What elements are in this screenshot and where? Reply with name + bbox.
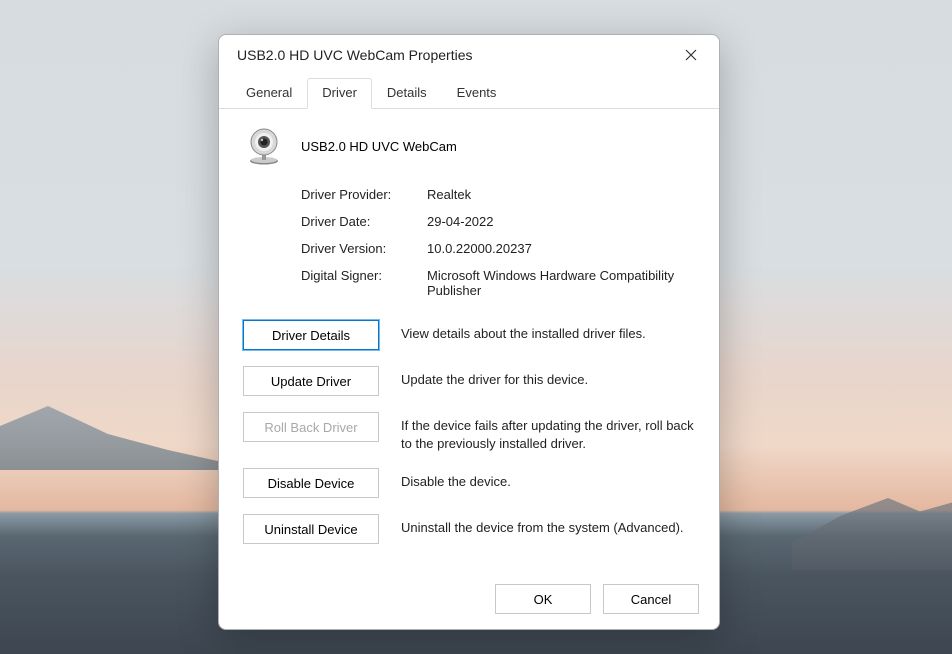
wallpaper-mountain-right xyxy=(792,480,952,570)
version-label: Driver Version: xyxy=(301,241,419,256)
tab-content: USB2.0 HD UVC WebCam Driver Provider: Re… xyxy=(219,109,719,570)
driver-details-desc: View details about the installed driver … xyxy=(401,320,646,343)
date-label: Driver Date: xyxy=(301,214,419,229)
version-value: 10.0.22000.20237 xyxy=(427,241,695,256)
update-driver-desc: Update the driver for this device. xyxy=(401,366,588,389)
wallpaper-mountain xyxy=(0,390,240,470)
ok-button[interactable]: OK xyxy=(495,584,591,614)
tab-strip: General Driver Details Events xyxy=(219,73,719,109)
action-row-disable: Disable Device Disable the device. xyxy=(243,468,695,498)
driver-info-grid: Driver Provider: Realtek Driver Date: 29… xyxy=(301,187,695,298)
rollback-driver-desc: If the device fails after updating the d… xyxy=(401,412,695,452)
driver-details-button[interactable]: Driver Details xyxy=(243,320,379,350)
uninstall-device-desc: Uninstall the device from the system (Ad… xyxy=(401,514,684,537)
disable-device-desc: Disable the device. xyxy=(401,468,511,491)
properties-dialog: USB2.0 HD UVC WebCam Properties General … xyxy=(218,34,720,630)
tab-general[interactable]: General xyxy=(231,78,307,109)
action-row-details: Driver Details View details about the in… xyxy=(243,320,695,350)
device-header: USB2.0 HD UVC WebCam xyxy=(243,125,695,167)
rollback-driver-button: Roll Back Driver xyxy=(243,412,379,442)
uninstall-device-button[interactable]: Uninstall Device xyxy=(243,514,379,544)
close-button[interactable] xyxy=(677,43,705,67)
provider-value: Realtek xyxy=(427,187,695,202)
tab-details[interactable]: Details xyxy=(372,78,442,109)
tab-events[interactable]: Events xyxy=(442,78,512,109)
dialog-footer: OK Cancel xyxy=(219,570,719,632)
titlebar: USB2.0 HD UVC WebCam Properties xyxy=(219,35,719,73)
action-row-rollback: Roll Back Driver If the device fails aft… xyxy=(243,412,695,452)
provider-label: Driver Provider: xyxy=(301,187,419,202)
date-value: 29-04-2022 xyxy=(427,214,695,229)
close-icon xyxy=(685,49,697,61)
device-name: USB2.0 HD UVC WebCam xyxy=(301,139,457,154)
cancel-button[interactable]: Cancel xyxy=(603,584,699,614)
webcam-icon xyxy=(243,125,285,167)
signer-label: Digital Signer: xyxy=(301,268,419,298)
dialog-title: USB2.0 HD UVC WebCam Properties xyxy=(237,47,472,63)
tab-driver[interactable]: Driver xyxy=(307,78,372,109)
update-driver-button[interactable]: Update Driver xyxy=(243,366,379,396)
action-row-update: Update Driver Update the driver for this… xyxy=(243,366,695,396)
signer-value: Microsoft Windows Hardware Compatibility… xyxy=(427,268,695,298)
action-row-uninstall: Uninstall Device Uninstall the device fr… xyxy=(243,514,695,544)
disable-device-button[interactable]: Disable Device xyxy=(243,468,379,498)
